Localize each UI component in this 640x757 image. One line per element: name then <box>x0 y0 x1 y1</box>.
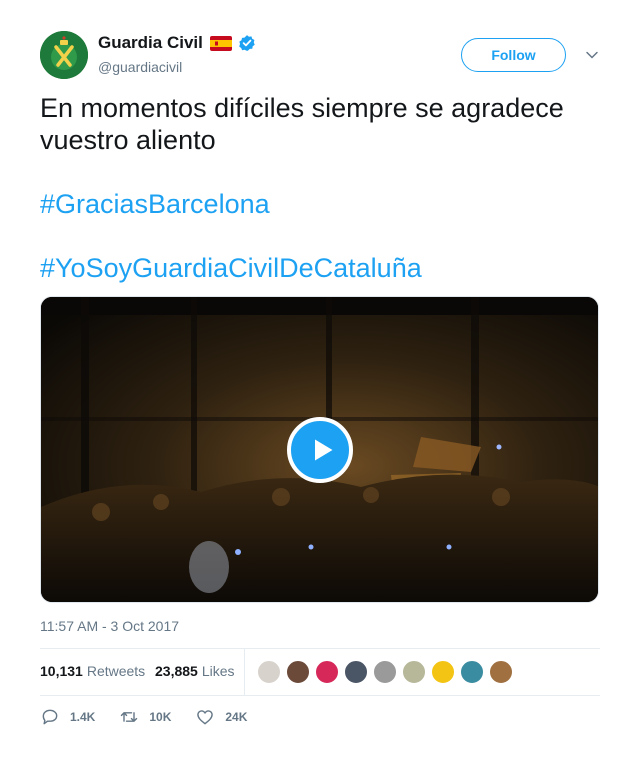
retweet-icon <box>121 712 138 722</box>
verified-badge-icon <box>238 34 256 52</box>
reply-button[interactable]: 1.4K <box>40 707 95 727</box>
likes-count: 23,885 <box>155 663 198 679</box>
retweets-label: Retweets <box>86 663 146 679</box>
spain-flag-icon <box>209 35 232 51</box>
like-button[interactable]: 24K <box>195 707 247 727</box>
retweet-button[interactable]: 10K <box>119 707 171 727</box>
stats-divider <box>244 649 245 695</box>
likes-stat[interactable]: 23,885 Likes <box>155 663 235 679</box>
video-player[interactable] <box>40 296 599 603</box>
hashtag-link[interactable]: #YoSoyGuardiaCivilDeCataluña <box>40 253 422 283</box>
retweets-stat[interactable]: 10,131 Retweets <box>40 663 145 679</box>
liker-avatar[interactable] <box>344 660 368 684</box>
retweets-count: 10,131 <box>40 663 83 679</box>
liker-avatars <box>257 660 518 684</box>
follow-button[interactable]: Follow <box>461 38 566 72</box>
liker-avatar[interactable] <box>489 660 513 684</box>
liker-avatar[interactable] <box>286 660 310 684</box>
divider <box>40 695 600 696</box>
reply-icon <box>42 709 58 725</box>
retweet-count: 10K <box>149 710 172 724</box>
heart-icon <box>197 710 214 725</box>
user-info: Guardia Civil @guardiacivil <box>98 32 256 75</box>
tweet-text: En momentos difíciles siempre se agradec… <box>40 92 605 284</box>
likes-label: Likes <box>201 663 235 679</box>
liker-avatar[interactable] <box>460 660 484 684</box>
display-name[interactable]: Guardia Civil <box>98 33 203 53</box>
avatar[interactable] <box>40 31 88 79</box>
play-button[interactable] <box>287 417 353 483</box>
liker-avatar[interactable] <box>373 660 397 684</box>
tweet-body: En momentos difíciles siempre se agradec… <box>40 93 564 155</box>
like-count: 24K <box>225 710 248 724</box>
tweet-timestamp[interactable]: 11:57 AM - 3 Oct 2017 <box>40 618 179 634</box>
tweet-actions: 1.4K 10K 24K <box>40 706 271 728</box>
chevron-down-icon[interactable] <box>585 48 599 62</box>
liker-avatar[interactable] <box>402 660 426 684</box>
reply-count: 1.4K <box>70 710 96 724</box>
hashtag-link[interactable]: #GraciasBarcelona <box>40 189 270 219</box>
liker-avatar[interactable] <box>257 660 281 684</box>
tweet: Guardia Civil @guardiacivil Follow En mo… <box>0 0 640 757</box>
user-handle[interactable]: @guardiacivil <box>98 59 256 75</box>
play-icon <box>315 439 333 461</box>
engagement-stats: 10,131 Retweets 23,885 Likes <box>40 649 600 695</box>
liker-avatar[interactable] <box>431 660 455 684</box>
liker-avatar[interactable] <box>315 660 339 684</box>
